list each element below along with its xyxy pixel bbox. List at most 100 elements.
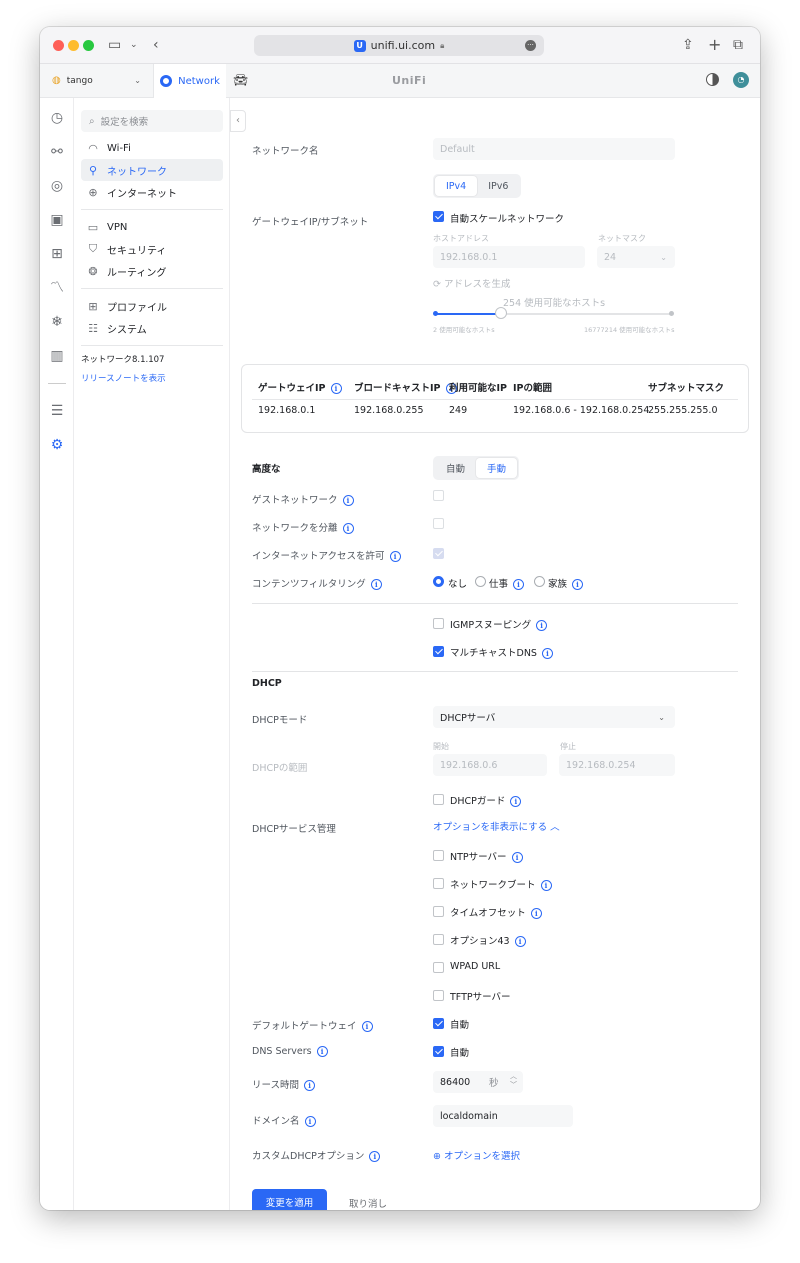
default-gateway-checkbox[interactable] (433, 1018, 444, 1029)
custom-dhcp-label: カスタムDHCPオプション i (252, 1148, 381, 1162)
apply-changes-button[interactable]: 変更を適用 (252, 1189, 327, 1210)
dns-servers-checkbox[interactable] (433, 1046, 444, 1057)
guest-network-checkbox[interactable] (433, 490, 444, 501)
isolate-network-checkbox[interactable] (433, 518, 444, 529)
content-filter-work-radio[interactable] (475, 576, 486, 587)
new-tab-icon[interactable]: + (708, 35, 721, 55)
info-icon[interactable]: i (342, 523, 354, 534)
info-icon[interactable]: i (370, 579, 382, 590)
dhcp-range-label: DHCPの範囲 (252, 763, 308, 774)
select-option-link[interactable]: ⊕ オプションを選択 (433, 1148, 520, 1162)
info-icon[interactable]: i (510, 796, 522, 807)
hosts-slider-thumb[interactable] (495, 307, 508, 319)
multicast-dns-checkbox[interactable] (433, 646, 444, 657)
hide-options-link[interactable]: オプションを非表示にする ︿ (433, 819, 560, 833)
sidebar-item-routing[interactable]: ❂ ルーティング (81, 260, 223, 282)
network-app-tab[interactable]: Network (154, 64, 226, 98)
dhcp-start-input[interactable]: 192.168.0.6 (433, 754, 547, 776)
more-icon[interactable]: ··· (525, 40, 536, 51)
release-notes-link[interactable]: リリースノートを表示 (81, 372, 166, 384)
info-icon[interactable]: i (572, 579, 584, 590)
sidebar-item-profiles[interactable]: ⊞ プロファイル (81, 295, 223, 317)
back-icon[interactable]: ‹ (153, 35, 159, 55)
host-address-input[interactable]: 192.168.0.1 (433, 246, 585, 268)
site-selector[interactable]: ◍ tango ⌄ (40, 64, 154, 97)
insights-icon[interactable]: ⊞ (49, 246, 65, 262)
innerspace-icon[interactable]: 🚘︎ (233, 73, 248, 87)
close-window-icon[interactable] (53, 40, 64, 51)
network-name-input[interactable]: Default (433, 138, 675, 160)
settings-search-input[interactable]: ⌕ 設定を検索 (81, 110, 223, 132)
netmask-select[interactable]: 24 ⌄ (597, 246, 675, 268)
dhcp-mode-value: DHCPサーバ (440, 713, 496, 724)
maximize-window-icon[interactable] (83, 40, 94, 51)
time-offset-checkbox[interactable] (433, 906, 444, 917)
info-icon[interactable]: i (304, 1080, 316, 1091)
info-icon[interactable]: i (361, 1021, 373, 1032)
chevron-down-icon[interactable]: ⌄ (130, 35, 138, 55)
allow-internet-checkbox[interactable] (433, 548, 444, 559)
dhcp-end-input[interactable]: 192.168.0.254 (559, 754, 675, 776)
igmp-checkbox[interactable] (433, 618, 444, 629)
statistics-icon[interactable]: ▥ (49, 348, 65, 364)
traffic-icon[interactable]: 〽 (49, 280, 65, 296)
info-icon[interactable]: i (530, 908, 542, 919)
info-icon[interactable]: i (304, 1116, 316, 1127)
network-app-label: Network (178, 75, 220, 87)
info-icon[interactable]: i (540, 880, 552, 891)
wpad-url-checkbox[interactable] (433, 962, 444, 973)
stepper-icon[interactable]: ︿ ﹀ (510, 1072, 517, 1090)
clients-icon[interactable]: ▣ (49, 212, 65, 228)
info-icon[interactable]: i (389, 551, 401, 562)
info-icon[interactable]: i (330, 383, 342, 394)
info-icon[interactable]: i (514, 936, 526, 947)
tftp-server-checkbox[interactable] (433, 990, 444, 1001)
info-icon[interactable]: i (316, 1046, 328, 1057)
tabs-overview-icon[interactable]: ⧉ (733, 35, 743, 55)
info-icon[interactable]: i (511, 852, 523, 863)
cancel-button[interactable]: 取り消し (349, 1196, 387, 1210)
auto-scale-checkbox[interactable] (433, 211, 444, 222)
share-icon[interactable]: ⇪ (682, 35, 694, 55)
tab-ipv6[interactable]: IPv6 (477, 176, 519, 196)
lease-time-input[interactable]: 86400 秒 ︿ ﹀ (433, 1071, 523, 1093)
info-icon[interactable]: i (513, 579, 525, 590)
tab-manual[interactable]: 手動 (476, 458, 518, 478)
lease-time-unit: 秒 (489, 1078, 499, 1089)
generate-address-button[interactable]: ⟳ アドレスを生成 (433, 276, 511, 290)
integrations-icon[interactable]: ❄ (49, 314, 65, 330)
sidebar-item-security[interactable]: ⛉ セキュリティ (81, 238, 223, 260)
ntp-server-checkbox[interactable] (433, 850, 444, 861)
theme-toggle-icon[interactable] (706, 73, 719, 86)
sidebar-toggle-icon[interactable]: ▭ (108, 35, 121, 55)
content-filter-none-radio[interactable] (433, 576, 444, 587)
content-filter-family-radio[interactable] (534, 576, 545, 587)
network-boot-checkbox[interactable] (433, 878, 444, 889)
devices-icon[interactable]: ◎ (49, 178, 65, 194)
settings-gear-icon[interactable]: ⚙ (49, 437, 65, 453)
sidebar-item-wifi[interactable]: ◠ Wi-Fi (81, 137, 223, 159)
tab-ipv4[interactable]: IPv4 (435, 176, 478, 196)
minimize-window-icon[interactable] (68, 40, 79, 51)
content-filter-family-label: 家族 i (548, 576, 584, 590)
info-icon[interactable]: i (541, 648, 553, 659)
info-icon[interactable]: i (369, 1151, 381, 1162)
option-43-checkbox[interactable] (433, 934, 444, 945)
tab-auto[interactable]: 自動 (435, 458, 476, 478)
domain-name-input[interactable]: localdomain (433, 1105, 573, 1127)
user-avatar[interactable]: ◔ (733, 72, 749, 88)
sidebar-item-network[interactable]: ⚲ ネットワーク (81, 159, 223, 181)
dhcp-mode-select[interactable]: DHCPサーバ ⌄ (433, 706, 675, 728)
collapse-sidebar-button[interactable]: ‹ (230, 110, 246, 132)
logs-icon[interactable]: ☰ (49, 403, 65, 419)
domain-name-label: ドメイン名 i (252, 1113, 316, 1127)
address-bar[interactable]: U unifi.ui.com 🔒︎ ··· (254, 35, 544, 56)
sidebar-item-internet[interactable]: ⊕ インターネット (81, 181, 223, 203)
dashboard-icon[interactable]: ◷ (49, 110, 65, 126)
info-icon[interactable]: i (536, 620, 548, 631)
dhcp-guard-checkbox[interactable] (433, 794, 444, 805)
topology-icon[interactable]: ⚯ (49, 144, 65, 160)
sidebar-item-system[interactable]: ☷ システム (81, 317, 223, 339)
sidebar-item-vpn[interactable]: ▭ VPN (81, 216, 223, 238)
info-icon[interactable]: i (342, 495, 354, 506)
